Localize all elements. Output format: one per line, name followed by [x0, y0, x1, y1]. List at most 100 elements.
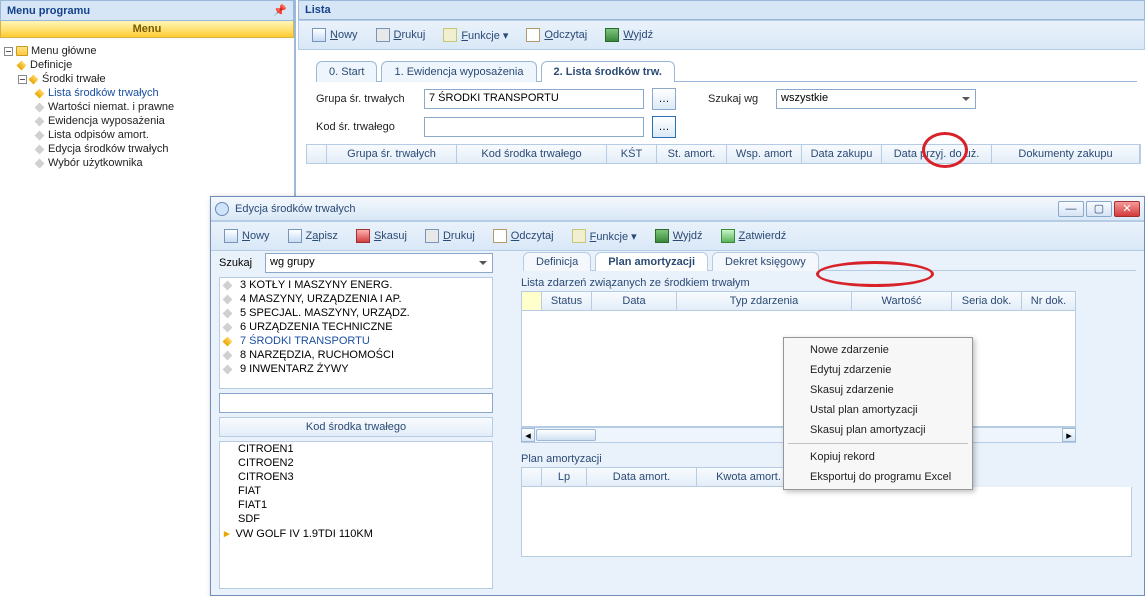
tree-node-definicje[interactable]: Definicje — [4, 58, 290, 72]
tab-definicja[interactable]: Definicja — [523, 252, 591, 271]
tab-dekret[interactable]: Dekret księgowy — [712, 252, 819, 271]
group-list[interactable]: 3 KOTŁY I MASZYNY ENERG. 4 MASZYNY, URZĄ… — [219, 277, 493, 389]
tree-root[interactable]: Menu główne — [4, 44, 290, 58]
functions-button[interactable]: Funkcje ▾ — [565, 226, 644, 246]
scroll-left-icon[interactable]: ◂ — [521, 428, 535, 442]
functions-button[interactable]: Funkcje ▾ — [436, 25, 515, 45]
grid-col-selector[interactable] — [307, 145, 327, 163]
new-button[interactable]: Nowy — [305, 25, 365, 45]
tab-start[interactable]: 0. Start — [316, 61, 377, 82]
filter-input[interactable] — [219, 393, 493, 413]
list-item[interactable]: CITROEN2 — [220, 456, 492, 470]
szukaj-dropdown[interactable]: wszystkie — [776, 89, 976, 109]
tree-leaf[interactable]: Wybór użytkownika — [4, 156, 290, 170]
print-button[interactable]: Drukuj — [418, 226, 482, 246]
delete-button[interactable]: Skasuj — [349, 226, 414, 246]
list-item[interactable]: CITROEN1 — [220, 442, 492, 456]
grid-col[interactable]: Data przyj. do uż. — [882, 145, 992, 163]
list-item[interactable]: SDF — [220, 512, 492, 526]
exit-button[interactable]: Wyjdź — [648, 226, 710, 246]
tree-leaf[interactable]: Edycja środków trwałych — [4, 142, 290, 156]
main-tabs: 0. Start 1. Ewidencja wyposażenia 2. Lis… — [316, 60, 1137, 82]
list-item[interactable]: 7 ŚRODKI TRANSPORTU — [220, 334, 492, 348]
grid-col[interactable]: Nr dok. — [1021, 291, 1076, 311]
save-button[interactable]: Zapisz — [281, 226, 345, 246]
menu-skasuj-plan[interactable]: Skasuj plan amortyzacji — [786, 420, 970, 440]
new-button[interactable]: Nowy — [217, 226, 277, 246]
maximize-button[interactable]: ▢ — [1086, 201, 1112, 217]
grid-col[interactable]: KŚT — [607, 145, 657, 163]
grid-col[interactable]: Wartość — [851, 291, 951, 311]
kod-input[interactable] — [424, 117, 644, 137]
diamond-icon — [35, 144, 45, 154]
grid-col[interactable]: Data — [591, 291, 676, 311]
grid-col[interactable]: Kod środka trwałego — [457, 145, 607, 163]
grid-col[interactable]: Dokumenty zakupu — [992, 145, 1140, 163]
list-item[interactable]: 5 SPECJAL. MASZYNY, URZĄDZ. — [220, 306, 492, 320]
list-item[interactable]: 3 KOTŁY I MASZYNY ENERG. — [220, 278, 492, 292]
menu-edytuj-zdarzenie[interactable]: Edytuj zdarzenie — [786, 360, 970, 380]
list-item[interactable]: FIAT — [220, 484, 492, 498]
menu-kopiuj[interactable]: Kopiuj rekord — [786, 447, 970, 467]
tab-lista-srodkow[interactable]: 2. Lista środków trw. — [541, 61, 675, 82]
menu-header[interactable]: Menu — [0, 21, 294, 38]
menu-panel-title: Menu programu — [7, 5, 90, 17]
print-button[interactable]: Drukuj — [369, 25, 433, 45]
tree-leaf[interactable]: Lista odpisów amort. — [4, 128, 290, 142]
tab-plan-amortyzacji[interactable]: Plan amortyzacji — [595, 252, 708, 271]
grid-col[interactable]: Status — [541, 291, 591, 311]
grid-col[interactable]: Data amort. — [586, 467, 696, 487]
tree-leaf[interactable]: Lista środków trwałych — [4, 86, 290, 100]
collapse-icon[interactable] — [18, 75, 27, 84]
scroll-right-icon[interactable]: ▸ — [1062, 428, 1076, 442]
edit-window-titlebar[interactable]: Edycja środków trwałych — ▢ ✕ — [211, 197, 1144, 221]
list-item[interactable]: FIAT1 — [220, 498, 492, 512]
grid-col[interactable]: Wsp. amort — [727, 145, 802, 163]
exit-button[interactable]: Wyjdź — [598, 25, 660, 45]
selected-arrow-icon: ▸ — [224, 527, 230, 540]
list-item[interactable]: 4 MASZYNY, URZĄDZENIA I AP. — [220, 292, 492, 306]
grupa-input[interactable]: 7 ŚRODKI TRANSPORTU — [424, 89, 644, 109]
edit-window: Edycja środków trwałych — ▢ ✕ Nowy Zapis… — [210, 196, 1145, 596]
asset-col-header[interactable]: Kod środka trwałego — [219, 417, 493, 437]
tree-node-srodki[interactable]: Środki trwałe — [4, 72, 290, 86]
grid-col[interactable] — [521, 291, 541, 311]
kod-browse-button[interactable]: … — [652, 116, 676, 138]
grid-col[interactable]: Typ zdarzenia — [676, 291, 851, 311]
szukaj-dropdown[interactable]: wg grupy — [265, 253, 493, 273]
grid-col[interactable] — [521, 467, 541, 487]
grid-col[interactable]: Data zakupu — [802, 145, 882, 163]
list-item[interactable]: 9 INWENTARZ ŻYWY — [220, 362, 492, 376]
menu-ustal-plan[interactable]: Ustal plan amortyzacji — [786, 400, 970, 420]
grid-col[interactable]: Seria dok. — [951, 291, 1021, 311]
read-button[interactable]: Odczytaj — [486, 226, 561, 246]
list-item[interactable]: 6 URZĄDZENIA TECHNICZNE — [220, 320, 492, 334]
diamond-icon — [35, 158, 45, 168]
read-button[interactable]: Odczytaj — [519, 25, 594, 45]
scroll-thumb[interactable] — [536, 429, 596, 441]
diamond-icon — [29, 74, 39, 84]
menu-eksportuj-excel[interactable]: Eksportuj do programu Excel — [786, 467, 970, 487]
tab-ewidencja[interactable]: 1. Ewidencja wyposażenia — [381, 61, 536, 82]
tree-leaf[interactable]: Wartości niemat. i prawne — [4, 100, 290, 114]
asset-list[interactable]: CITROEN1 CITROEN2 CITROEN3 FIAT FIAT1 SD… — [219, 441, 493, 589]
list-item[interactable]: CITROEN3 — [220, 470, 492, 484]
grupa-browse-button[interactable]: … — [652, 88, 676, 110]
pin-icon[interactable]: 📌 — [273, 4, 287, 17]
grid-col[interactable]: Lp — [541, 467, 586, 487]
tree-leaf[interactable]: Ewidencja wyposażenia — [4, 114, 290, 128]
diamond-icon — [35, 102, 45, 112]
delete-icon — [356, 229, 370, 243]
close-button[interactable]: ✕ — [1114, 201, 1140, 217]
grid-col[interactable]: Grupa śr. trwałych — [327, 145, 457, 163]
menu-skasuj-zdarzenie[interactable]: Skasuj zdarzenie — [786, 380, 970, 400]
plan-grid-body[interactable] — [521, 487, 1132, 557]
minimize-button[interactable]: — — [1058, 201, 1084, 217]
list-item[interactable]: 8 NARZĘDZIA, RUCHOMOŚCI — [220, 348, 492, 362]
menu-nowe-zdarzenie[interactable]: Nowe zdarzenie — [786, 340, 970, 360]
confirm-button[interactable]: Zatwierdź — [714, 226, 794, 246]
grupa-row: Grupa śr. trwałych 7 ŚRODKI TRANSPORTU …… — [316, 88, 1145, 110]
collapse-icon[interactable] — [4, 47, 13, 56]
list-item[interactable]: ▸VW GOLF IV 1.9TDI 110KM — [220, 526, 492, 541]
grid-col[interactable]: St. amort. — [657, 145, 727, 163]
